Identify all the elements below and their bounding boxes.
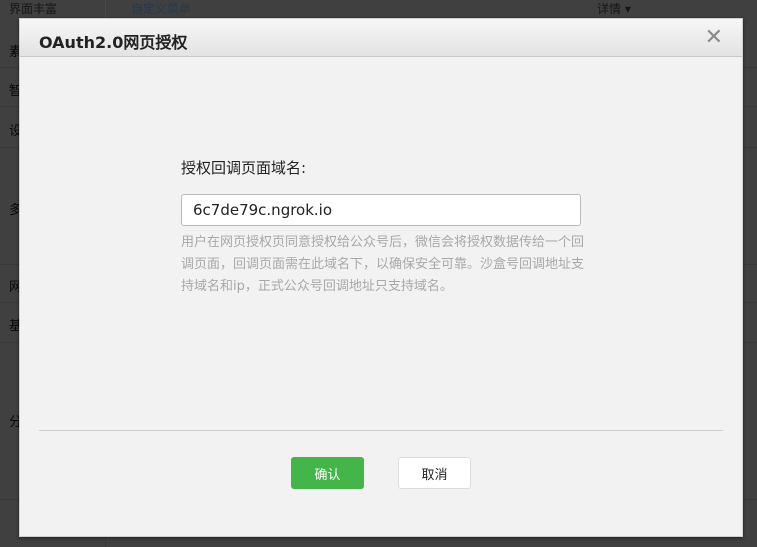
background-top-row: 界面丰富 自定义菜单 详情 ▾ (0, 0, 757, 18)
divider (39, 430, 723, 431)
oauth-dialog: OAuth2.0网页授权 ✕ 授权回调页面域名: 用户在网页授权页同意授权给公众… (19, 18, 743, 537)
cancel-button[interactable]: 取消 (398, 457, 471, 489)
dialog-header: OAuth2.0网页授权 ✕ (20, 19, 742, 57)
column-divider (105, 0, 106, 18)
callback-domain-label: 授权回调页面域名: (181, 159, 307, 177)
callback-domain-input[interactable] (181, 194, 581, 226)
dialog-title: OAuth2.0网页授权 (39, 33, 188, 52)
confirm-button[interactable]: 确认 (291, 457, 364, 489)
custom-menu-link[interactable]: 自定义菜单 (131, 2, 191, 16)
help-text: 用户在网页授权页同意授权给公众号后，微信会将授权数据传给一个回调页面，回调页面需… (181, 235, 585, 294)
close-icon[interactable]: ✕ (705, 25, 723, 50)
detail-dropdown[interactable]: 详情 ▾ (597, 2, 631, 16)
bg-row-label: 界面丰富 (9, 2, 58, 16)
